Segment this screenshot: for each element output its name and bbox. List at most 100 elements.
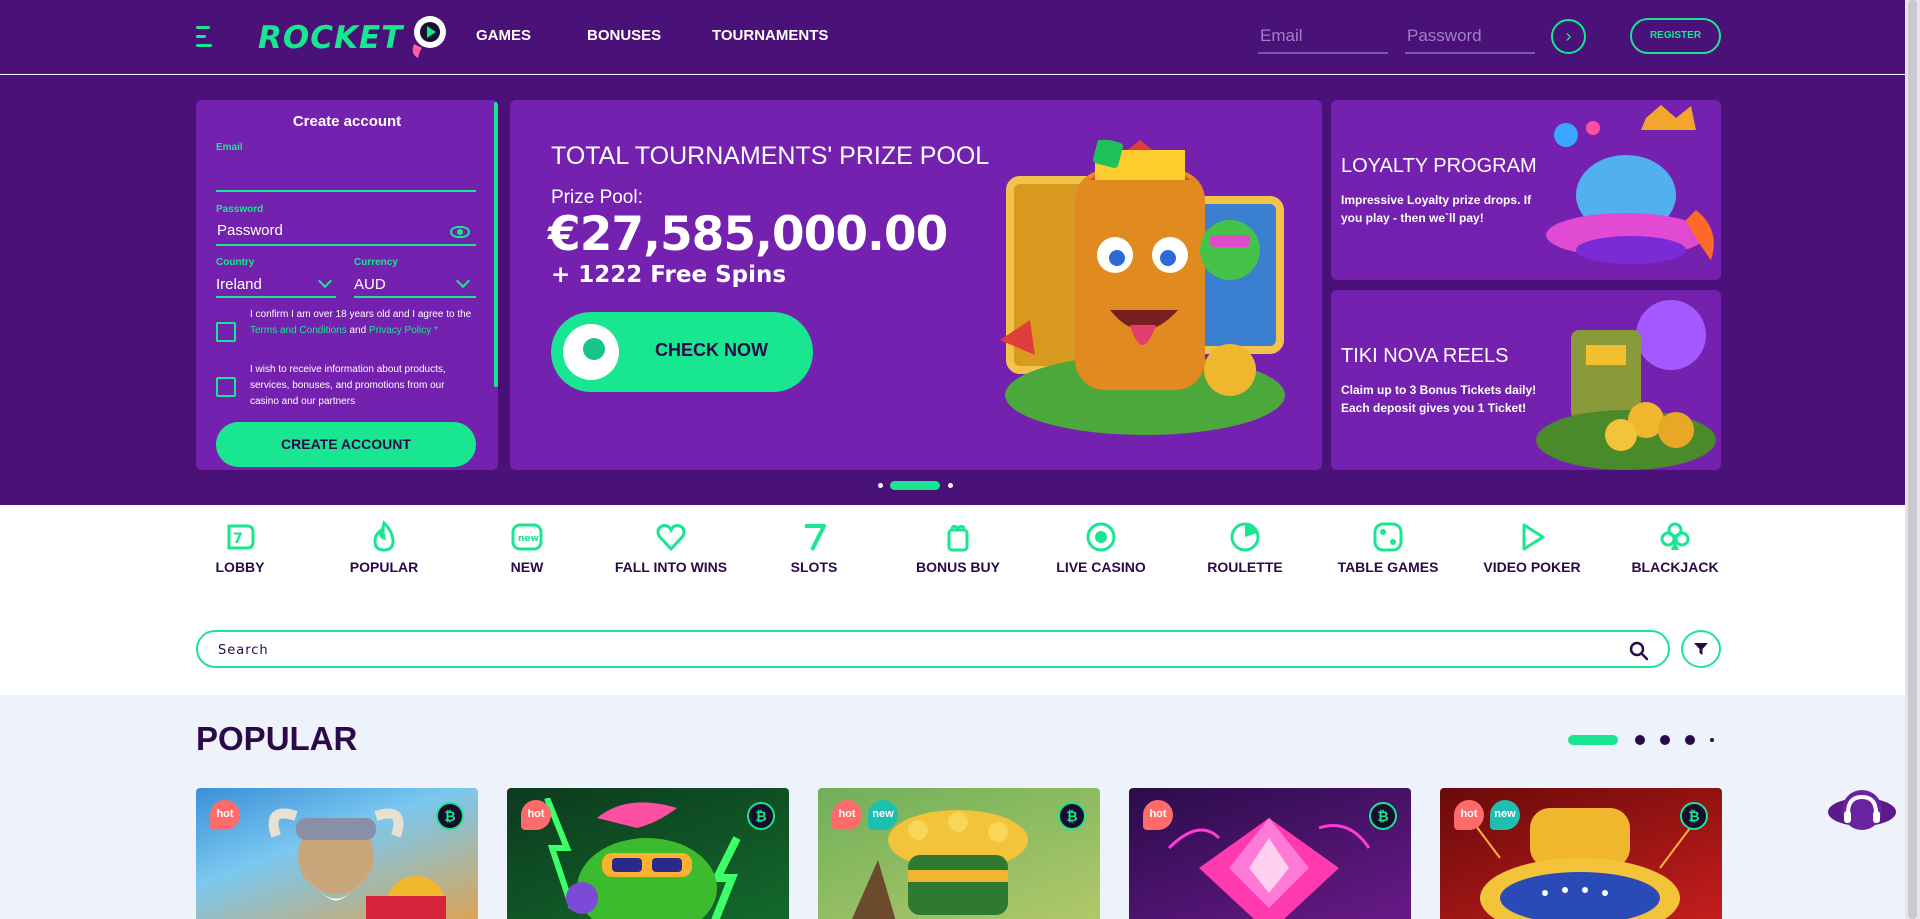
currency-select[interactable]: AUD [354, 276, 386, 293]
search-input[interactable] [218, 639, 1598, 661]
category-popular[interactable]: POPULAR [324, 520, 444, 574]
flame-icon [373, 520, 395, 552]
category-slots[interactable]: SLOTS [754, 520, 874, 574]
new-badge: new [868, 800, 898, 830]
gem-game-art [1167, 818, 1371, 919]
svg-text:7: 7 [233, 531, 243, 547]
check-now-button[interactable]: CHECK NOW [551, 312, 813, 392]
top-header: ROCKET GAMES BONUSES TOURNAMENTS › REGIS… [0, 0, 1920, 74]
nav-games[interactable]: GAMES [476, 27, 531, 44]
free-spins-text: + 1222 Free Spins [551, 262, 787, 288]
page-scrollbar[interactable] [1905, 0, 1920, 919]
create-account-panel: Create account Email Password Password C… [196, 100, 498, 470]
page-dot-active[interactable] [1568, 735, 1618, 745]
page-dot[interactable] [1635, 735, 1645, 745]
tiki-nova-reels-promo[interactable]: TIKI NOVA REELS Claim up to 3 Bonus Tick… [1331, 290, 1721, 470]
register-button[interactable]: REGISTER [1630, 18, 1721, 54]
slide-dot[interactable] [948, 483, 953, 488]
category-fall-into-wins[interactable]: FALL INTO WINS [611, 520, 731, 574]
hot-badge: hot [210, 800, 240, 830]
category-new[interactable]: new NEW [467, 520, 587, 574]
promo-description: Claim up to 3 Bonus Tickets daily! Each … [1341, 383, 1537, 415]
country-label: Country [216, 257, 255, 268]
page-dot[interactable] [1710, 738, 1714, 742]
bitcoin-icon: ₿ [1680, 802, 1708, 830]
page-dot[interactable] [1660, 735, 1670, 745]
game-card[interactable]: hot ₿ [196, 788, 478, 919]
category-label: ROULETTE [1207, 559, 1283, 575]
support-chat-icon[interactable] [1826, 785, 1898, 835]
prize-pool-amount: €27,585,000.00 [548, 207, 948, 262]
password-label: Password [216, 204, 264, 215]
marketing-checkbox[interactable] [216, 377, 236, 397]
game-card[interactable]: hot new ₿ [818, 788, 1100, 919]
panel-scrollbar[interactable] [494, 102, 498, 387]
country-underline [216, 296, 336, 298]
loyalty-program-promo[interactable]: LOYALTY PROGRAM Impressive Loyalty prize… [1331, 100, 1721, 280]
category-lobby[interactable]: 7 LOBBY [180, 520, 300, 574]
category-roulette[interactable]: ROULETTE [1185, 520, 1305, 574]
nav-bonuses[interactable]: BONUSES [587, 27, 661, 44]
terms-link[interactable]: Terms and Conditions [250, 325, 347, 336]
category-label: NEW [510, 559, 544, 575]
marketing-text: I wish to receive information about prod… [250, 364, 446, 407]
category-label: TABLE GAMES [1337, 559, 1439, 575]
category-table-games[interactable]: TABLE GAMES [1328, 520, 1448, 574]
filter-button[interactable] [1681, 630, 1721, 668]
seven-icon [805, 524, 826, 551]
show-password-icon[interactable] [450, 226, 470, 238]
category-label: VIDEO POKER [1483, 559, 1581, 575]
promo-title: TIKI NOVA REELS [1341, 345, 1509, 367]
search-icon[interactable] [1629, 641, 1649, 661]
login-submit-button[interactable]: › [1551, 19, 1586, 54]
category-label: FALL INTO WINS [614, 559, 728, 575]
consent-text: and [346, 325, 369, 336]
play-icon [1522, 523, 1545, 551]
email-field[interactable] [216, 190, 476, 192]
hot-badge: hot [1454, 800, 1484, 830]
scrollbar-thumb[interactable] [1908, 0, 1917, 919]
email-label: Email [216, 142, 243, 153]
live-icon [1086, 522, 1116, 552]
header-password-input[interactable] [1405, 20, 1535, 54]
dice-icon [1373, 522, 1403, 552]
check-now-label: CHECK NOW [655, 340, 768, 360]
category-blackjack[interactable]: BLACKJACK [1615, 520, 1735, 574]
game-card[interactable]: hot ₿ [507, 788, 789, 919]
promo-title: LOYALTY PROGRAM [1341, 155, 1537, 177]
signup-title: Create account [292, 113, 402, 130]
page-dot[interactable] [1685, 735, 1695, 745]
club-icon [1660, 522, 1690, 550]
svg-text:new: new [518, 534, 539, 544]
create-account-button[interactable]: CREATE ACCOUNT [216, 422, 476, 467]
category-bonus-buy[interactable]: BONUS BUY [898, 520, 1018, 574]
age-terms-text: I confirm I am over 18 years old and I a… [250, 307, 476, 339]
rocket-logo[interactable]: ROCKET [258, 14, 448, 60]
slide-dot-active[interactable] [890, 481, 940, 490]
promo-description: Impressive Loyalty prize drops. If you p… [1341, 193, 1532, 225]
category-label: POPULAR [349, 559, 419, 575]
chevron-down-icon[interactable] [317, 273, 333, 289]
currency-label: Currency [354, 257, 398, 268]
currency-underline [354, 296, 476, 298]
age-terms-checkbox[interactable] [216, 322, 236, 342]
privacy-link[interactable]: Privacy Policy * [369, 325, 438, 336]
country-select[interactable]: Ireland [216, 276, 262, 293]
new-badge: new [1490, 800, 1520, 830]
category-live-casino[interactable]: LIVE CASINO [1041, 520, 1161, 574]
game-card[interactable]: hot ₿ [1129, 788, 1411, 919]
menu-icon[interactable] [196, 26, 214, 48]
hot-badge: hot [832, 800, 862, 830]
roulette-icon [1230, 522, 1260, 552]
chevron-down-icon[interactable] [455, 273, 471, 289]
bitcoin-icon: ₿ [1058, 802, 1086, 830]
tournament-banner: TOTAL TOURNAMENTS' PRIZE POOL Prize Pool… [510, 100, 1322, 470]
nav-tournaments[interactable]: TOURNAMENTS [712, 27, 828, 44]
header-email-input[interactable] [1258, 20, 1388, 54]
tiki-coins-illustration [1536, 300, 1716, 470]
game-card[interactable]: hot new ₿ [1440, 788, 1722, 919]
category-video-poker[interactable]: VIDEO POKER [1472, 520, 1592, 574]
banner-title: TOTAL TOURNAMENTS' PRIZE POOL [551, 142, 990, 170]
password-field[interactable]: Password [217, 222, 283, 239]
slide-dot[interactable] [878, 483, 883, 488]
